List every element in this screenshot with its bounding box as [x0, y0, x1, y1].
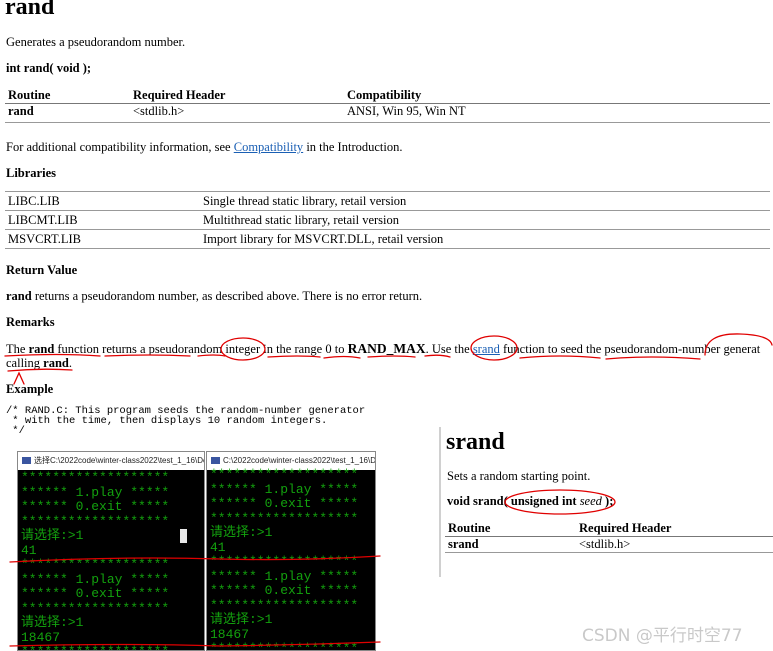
remarks-text: function to seed the pseudorandom-number… — [499, 342, 761, 356]
console-titlebar[interactable]: 选择C:\2022code\winter-class2022\test_1_16… — [18, 452, 204, 470]
remarks-heading: Remarks — [6, 315, 55, 329]
col-routine: Routine — [445, 521, 576, 537]
console-line: ******************* — [21, 513, 170, 529]
console-line: ******************* — [21, 470, 170, 485]
console-output: ******************* ****** 1.play ***** … — [210, 467, 359, 651]
console-line: 41 — [21, 542, 37, 558]
return-text: returns a pseudorandom number, as descri… — [31, 289, 423, 303]
col-required-header: Required Header — [130, 88, 344, 104]
console-line: ******************* — [210, 554, 359, 569]
libraries-table: LIBC.LIB Single thread static library, r… — [5, 191, 770, 249]
console-output: ******************* ****** 1.play ***** … — [21, 470, 170, 650]
srand-summary: Sets a random starting point. — [447, 469, 591, 483]
remarks-const: RAND_MAX — [347, 341, 426, 356]
sig-prefix: void srand( — [447, 494, 511, 508]
compatibility-link[interactable]: Compatibility — [234, 140, 303, 154]
remarks-line-1: The rand function returns a pseudorandom… — [6, 341, 773, 357]
srand-panel: srand Sets a random starting point. void… — [439, 427, 773, 577]
console-line: ****** 1.play ***** — [210, 481, 359, 497]
console-line: ******************* — [210, 467, 359, 482]
lib-name: LIBC.LIB — [5, 191, 200, 211]
watermark: CSDN @平行时空77 — [582, 626, 743, 646]
remarks-text: calling — [6, 356, 44, 370]
rand-signature: int rand( void ); — [6, 61, 92, 75]
return-paragraph: rand returns a pseudorandom number, as d… — [6, 289, 422, 304]
remarks-text: . Use the — [425, 342, 473, 356]
console-line: ******************* — [21, 644, 169, 650]
console-line: ****** 0.exit ***** — [210, 583, 359, 598]
console-window-right: C:\2022code\winter-class2022\test_1_16\D… — [206, 451, 376, 651]
console-title: 选择C:\2022code\winter-class2022\test_1_16… — [34, 456, 204, 465]
col-compatibility: Compatibility — [344, 88, 770, 104]
console-line: 18467 — [21, 629, 61, 645]
lib-name: LIBCMT.LIB — [5, 210, 200, 230]
console-title: C:\2022code\winter-class2022\test_1_16\D — [223, 456, 375, 465]
return-value-heading: Return Value — [6, 263, 78, 277]
table-row: LIBCMT.LIB Multithread static library, r… — [5, 210, 770, 230]
compat-text: For additional compatibility information… — [6, 140, 234, 154]
remarks-fn: rand — [28, 342, 55, 356]
return-fn: rand — [6, 289, 32, 303]
lib-desc: Import library for MSVCRT.DLL, retail ve… — [200, 229, 770, 249]
console-line: ******************* — [21, 600, 170, 616]
console-line: ****** 0.exit ***** — [21, 499, 170, 514]
console-line: 请选择:>1 — [21, 615, 84, 630]
header-cell: <stdlib.h> — [133, 104, 185, 118]
example-heading: Example — [6, 382, 54, 396]
compat-paragraph: For additional compatibility information… — [6, 140, 402, 155]
remarks-text: . — [68, 356, 72, 370]
console-line: 请选择:>1 — [21, 528, 84, 543]
console-line: ******************* — [210, 510, 359, 526]
console-line: ****** 1.play ***** — [21, 571, 170, 587]
console-window-left: 选择C:\2022code\winter-class2022\test_1_16… — [17, 451, 205, 651]
remarks-fn: rand — [43, 356, 69, 370]
rand-summary: Generates a pseudorandom number. — [6, 35, 186, 49]
srand-header-table: Routine Required Header srand <stdlib.h> — [445, 521, 773, 553]
remarks-text: The — [6, 342, 29, 356]
rand-header-table: Routine Required Header Compatibility ra… — [5, 88, 770, 119]
remarks-line-2: calling rand. — [6, 356, 72, 371]
sig-param: seed — [576, 494, 602, 508]
console-line: 请选择:>1 — [210, 612, 273, 627]
lib-desc: Single thread static library, retail ver… — [200, 191, 770, 211]
console-line: 18467 — [210, 626, 250, 642]
libraries-heading: Libraries — [6, 166, 56, 180]
col-routine: Routine — [5, 88, 130, 104]
header-cell: <stdlib.h> — [576, 536, 773, 553]
console-line: ******************* — [210, 641, 359, 651]
routine-cell: rand — [8, 104, 34, 118]
table-row: LIBC.LIB Single thread static library, r… — [5, 191, 770, 211]
routine-cell: srand — [445, 536, 576, 553]
example-code: /* RAND.C: This program seeds the random… — [6, 405, 366, 437]
srand-link[interactable]: srand — [473, 342, 500, 356]
lib-name: MSVCRT.LIB — [5, 229, 200, 249]
console-line: 41 — [210, 539, 226, 555]
compat-cell: ANSI, Win 95, Win NT — [347, 104, 466, 118]
console-line: 请选择:>1 — [210, 525, 273, 540]
console-icon — [22, 457, 31, 464]
console-icon — [211, 457, 220, 464]
console-line: ******************* — [210, 597, 359, 613]
rand-title: rand — [5, 0, 55, 20]
table-row: MSVCRT.LIB Import library for MSVCRT.DLL… — [5, 229, 770, 249]
console-line: ****** 0.exit ***** — [210, 496, 359, 511]
compat-text-end: in the Introduction. — [303, 140, 403, 154]
srand-title: srand — [446, 429, 505, 455]
lib-desc: Multithread static library, retail versi… — [200, 210, 770, 230]
sig-type: unsigned int — [510, 494, 577, 508]
console-line: ****** 1.play ***** — [210, 568, 359, 584]
srand-signature: void srand( unsigned int seed ); — [447, 494, 613, 509]
sig-suffix: ); — [601, 494, 614, 508]
remarks-text: function returns a pseudorandom integer … — [54, 342, 348, 356]
console-cursor — [180, 529, 187, 543]
col-required-header: Required Header — [576, 521, 773, 537]
console-line: ******************* — [21, 557, 170, 572]
console-line: ****** 0.exit ***** — [21, 586, 170, 601]
console-line: ****** 1.play ***** — [21, 484, 170, 500]
divider — [5, 122, 770, 123]
